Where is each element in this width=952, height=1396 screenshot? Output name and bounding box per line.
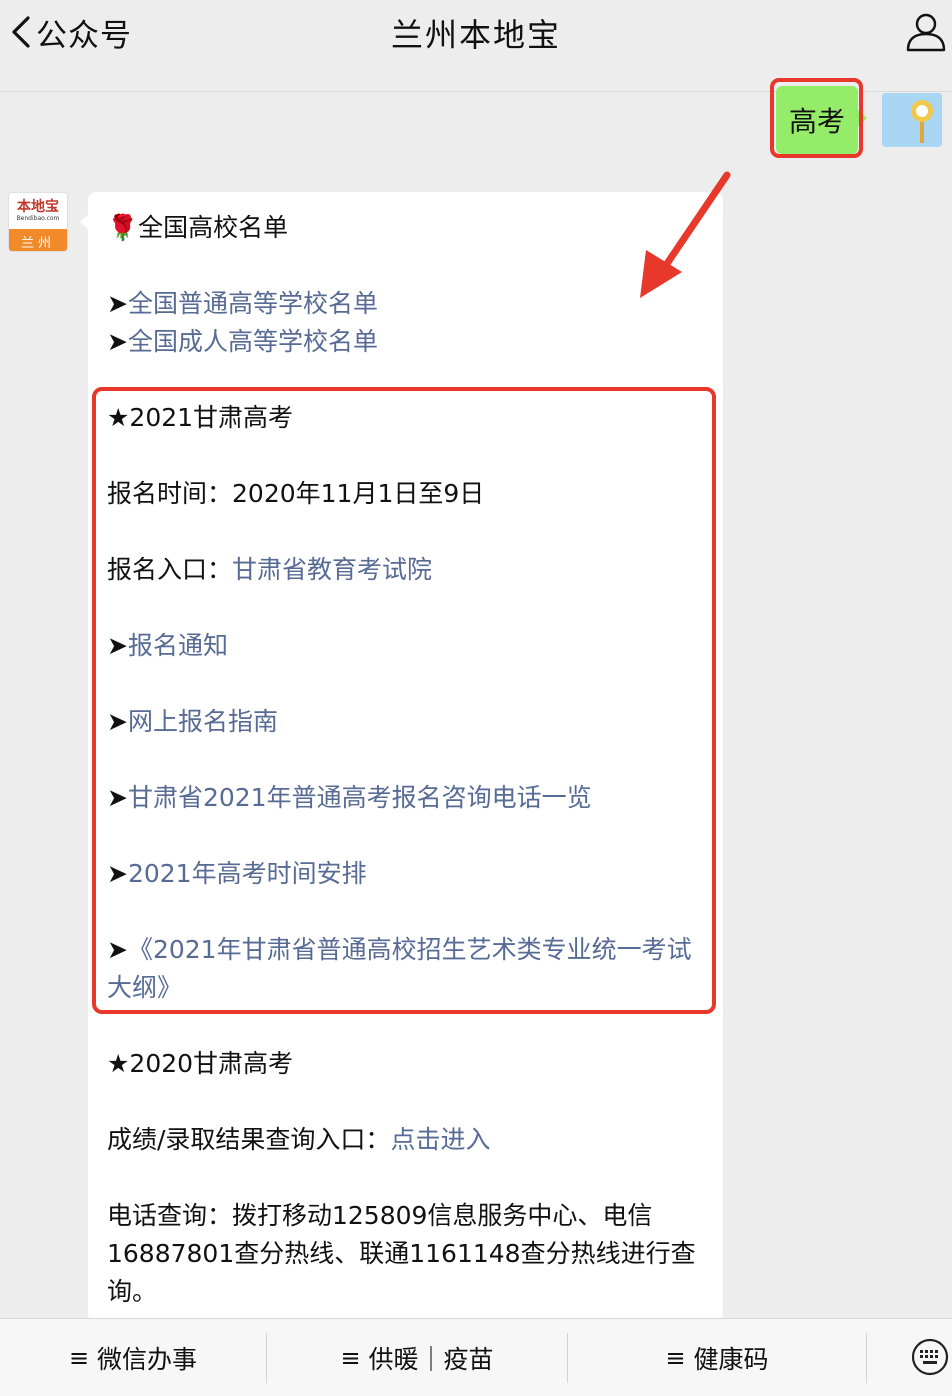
balloon-icon (882, 93, 942, 147)
menu-wechat-services[interactable]: ≡ 微信办事 (0, 1319, 266, 1396)
link-general-universities[interactable]: 全国普通高等学校名单 (128, 289, 378, 318)
menu-label: 微信办事 (97, 1345, 198, 1374)
arrow-bullet-icon: ➤ (107, 289, 128, 318)
menu-health-code[interactable]: ≡ 健康码 (568, 1319, 866, 1396)
link-score-query[interactable]: 点击进入 (390, 1125, 490, 1154)
list-item[interactable]: ➤全国普通高等学校名单 (107, 285, 378, 323)
menu-hamburger-icon: ≡ (68, 1344, 90, 1372)
menu-divider (866, 1333, 867, 1383)
keyboard-icon[interactable] (910, 1337, 950, 1377)
incoming-bubble-tail (80, 214, 89, 230)
menu-label: 供暖｜疫苗 (368, 1345, 494, 1374)
profile-icon[interactable] (904, 10, 948, 54)
message-heading: 🌹全国高校名单 (107, 209, 288, 247)
menu-label: 健康码 (693, 1345, 769, 1374)
highlight-box-keyword (770, 78, 863, 158)
section-2020-title: ★2020甘肃高考 (107, 1049, 294, 1078)
arrow-bullet-icon: ➤ (107, 327, 128, 356)
user-avatar[interactable] (882, 93, 942, 147)
heading-text: 全国高校名单 (138, 213, 289, 242)
score-query-label: 成绩/录取结果查询入口： (107, 1125, 391, 1154)
score-query-entry: 成绩/录取结果查询入口：点击进入 (107, 1121, 490, 1159)
rose-icon: 🌹 (107, 213, 139, 242)
menu-hamburger-icon: ≡ (340, 1344, 361, 1372)
bottom-menu-bar: ≡ 微信办事 ≡ 供暖｜疫苗 ≡ 健康码 (0, 1318, 952, 1396)
phone-query-text: 电话查询：拨打移动125809信息服务中心、电信16887801查分热线、联通1… (107, 1201, 696, 1306)
menu-hamburger-icon: ≡ (665, 1344, 686, 1372)
list-item[interactable]: ➤全国成人高等学校名单 (107, 323, 378, 361)
highlight-box-2021-section (92, 387, 716, 1014)
account-city-label: 兰州 (9, 229, 67, 251)
page-title: 兰州本地宝 (390, 16, 561, 54)
account-logo-url: Bendibao.com (16, 215, 60, 222)
link-adult-universities[interactable]: 全国成人高等学校名单 (128, 327, 378, 356)
account-avatar[interactable]: 本地宝 Bendibao.com 兰州 (8, 192, 68, 252)
menu-heating-vaccine[interactable]: ≡ 供暖｜疫苗 (267, 1319, 567, 1396)
account-logo-text: 本地宝 (17, 199, 59, 215)
